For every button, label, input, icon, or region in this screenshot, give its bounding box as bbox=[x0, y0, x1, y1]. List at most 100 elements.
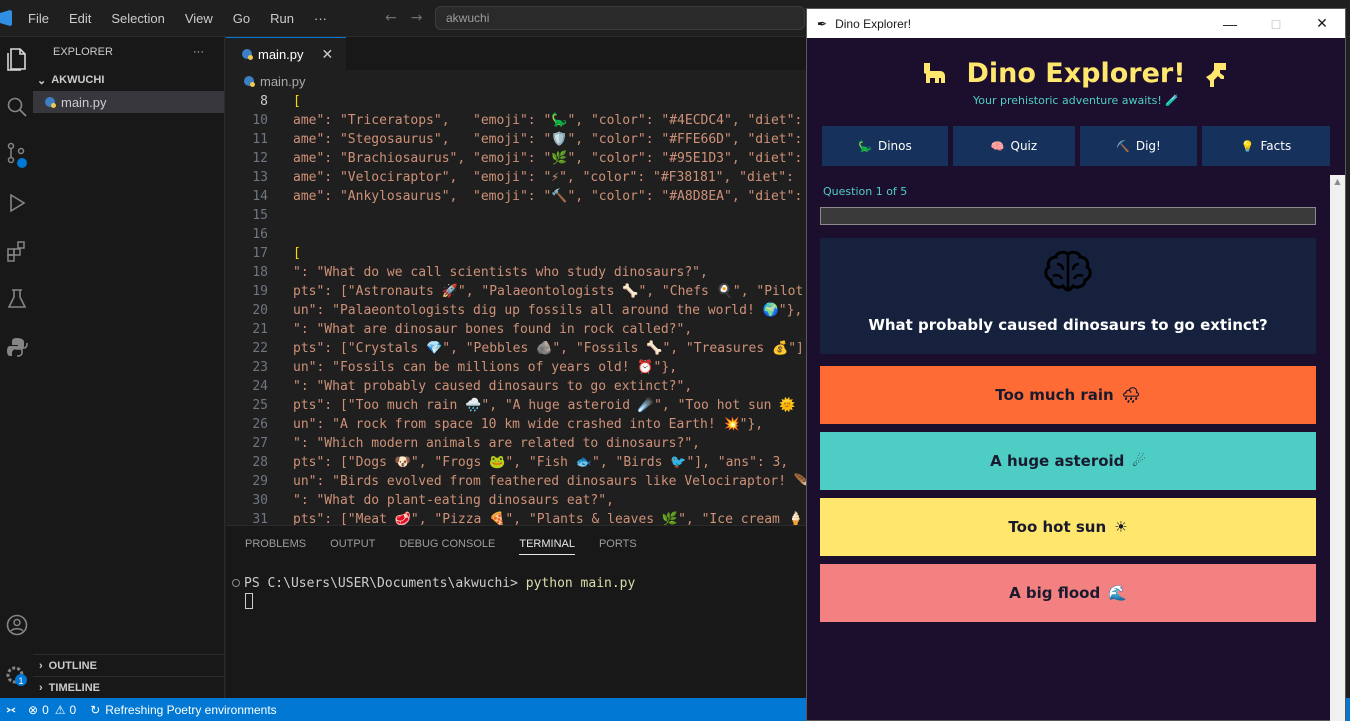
warning-count[interactable]: 0 bbox=[70, 703, 77, 717]
breadcrumb-label: main.py bbox=[260, 73, 306, 89]
code-line: 22 pts": ["Crystals 💎", "Pebbles 🪨", "Fos… bbox=[226, 339, 806, 358]
python-file-icon bbox=[244, 76, 255, 87]
menu-edit[interactable]: Edit bbox=[69, 11, 91, 26]
python-file-icon bbox=[45, 97, 56, 108]
question-card: What probably caused dinosaurs to go ext… bbox=[820, 238, 1316, 354]
source-control-icon[interactable] bbox=[0, 135, 33, 175]
answer-button-2[interactable]: A huge asteroid ☄ bbox=[820, 432, 1316, 490]
extensions-icon[interactable] bbox=[0, 231, 33, 271]
code-line: 13 ame": "Velociraptor", "emoji": "⚡", "c… bbox=[226, 168, 806, 187]
menu-go[interactable]: Go bbox=[233, 11, 250, 26]
explorer-icon[interactable] bbox=[0, 39, 33, 79]
python-icon[interactable] bbox=[0, 327, 33, 367]
minimize-icon[interactable]: — bbox=[1207, 9, 1253, 38]
command-center[interactable]: akwuchi bbox=[435, 6, 805, 30]
answer-button-3[interactable]: Too hot sun ☀ bbox=[820, 498, 1316, 556]
nav-dig-button[interactable]: ⛏️ Dig! bbox=[1080, 126, 1197, 166]
bottom-panel: PROBLEMS OUTPUT DEBUG CONSOLE TERMINAL P… bbox=[226, 525, 806, 698]
testing-flask-icon[interactable] bbox=[0, 279, 33, 319]
sauropod-icon bbox=[924, 62, 946, 83]
line-text: [ bbox=[293, 246, 301, 261]
nav-quiz-button[interactable]: 🧠 Quiz bbox=[953, 126, 1075, 166]
line-number: 20 bbox=[252, 303, 268, 318]
manage-gear-icon[interactable]: 1 bbox=[0, 655, 33, 695]
tab-ports[interactable]: PORTS bbox=[599, 534, 637, 554]
chevron-right-icon: › bbox=[39, 681, 43, 694]
line-number: 18 bbox=[252, 265, 268, 280]
tab-main-py[interactable]: main.py ✕ bbox=[226, 37, 346, 70]
line-number: 23 bbox=[252, 360, 268, 375]
wave-icon: 🌊 bbox=[1108, 584, 1127, 602]
line-text bbox=[268, 225, 293, 244]
outline-section[interactable]: › OUTLINE bbox=[33, 654, 225, 676]
menu-run[interactable]: Run bbox=[270, 11, 294, 26]
file-main-py[interactable]: main.py bbox=[33, 91, 224, 113]
answer-button-4[interactable]: A big flood 🌊 bbox=[820, 564, 1316, 622]
feather-app-icon: ✒ bbox=[817, 16, 828, 31]
answer-label: A big flood bbox=[1009, 584, 1101, 602]
search-icon[interactable] bbox=[0, 87, 33, 127]
history-nav: ← → bbox=[385, 10, 422, 26]
menu-view[interactable]: View bbox=[185, 11, 213, 26]
line-text: pts": ["Astronauts 🚀", "Palaeontologists… bbox=[293, 284, 804, 299]
line-number: 12 bbox=[252, 151, 268, 166]
tab-output[interactable]: OUTPUT bbox=[330, 534, 375, 554]
line-text: ame": "Velociraptor", "emoji": "⚡", "col… bbox=[293, 170, 794, 185]
sun-icon: ☀ bbox=[1114, 518, 1128, 536]
code-editor[interactable]: 8[10 ame": "Triceratops", "emoji": "🦕", "… bbox=[226, 92, 806, 525]
nav-dinos-button[interactable]: 🦕 Dinos bbox=[822, 126, 948, 166]
line-number: 16 bbox=[252, 227, 268, 242]
run-debug-icon[interactable] bbox=[0, 183, 33, 223]
back-arrow-icon[interactable]: ← bbox=[385, 10, 397, 26]
folder-akwuchi[interactable]: ⌄ AKWUCHI bbox=[33, 69, 224, 91]
tab-debug-console[interactable]: DEBUG CONSOLE bbox=[399, 534, 495, 554]
answer-button-1[interactable]: Too much rain 🌧 bbox=[820, 366, 1316, 424]
menu-bar: File Edit Selection View Go Run ··· bbox=[28, 0, 347, 37]
explorer-more-button[interactable]: ··· bbox=[193, 46, 204, 60]
vertical-scrollbar[interactable]: ▲ bbox=[1330, 175, 1345, 721]
close-icon[interactable]: ✕ bbox=[1299, 9, 1345, 38]
outline-label: OUTLINE bbox=[48, 659, 97, 672]
activity-bar: 1 bbox=[0, 37, 33, 698]
line-number: 13 bbox=[252, 170, 268, 185]
screen: File Edit Selection View Go Run ··· ← → … bbox=[0, 0, 1350, 721]
editor-area: main.py ✕ main.py 8[10 ame": "Triceratops… bbox=[226, 37, 806, 698]
question-text: What probably caused dinosaurs to go ext… bbox=[868, 316, 1268, 334]
code-line: 25 pts": ["Too much rain 🌧️", "A huge ast… bbox=[226, 396, 806, 415]
nav-facts-button[interactable]: 💡 Facts bbox=[1202, 126, 1330, 166]
line-text: pts": ["Dogs 🐶", "Frogs 🐸", "Fish 🐟", "B… bbox=[293, 455, 789, 470]
terminal-line: PS C:\Users\USER\Documents\akwuchi> pyth… bbox=[232, 576, 806, 591]
t-rex-icon bbox=[1205, 62, 1226, 87]
file-label: main.py bbox=[61, 94, 107, 110]
forward-arrow-icon[interactable]: → bbox=[411, 10, 423, 26]
window-title: Dino Explorer! bbox=[835, 16, 912, 31]
breadcrumb[interactable]: main.py bbox=[226, 70, 806, 92]
scroll-up-arrow-icon[interactable]: ▲ bbox=[1330, 175, 1345, 189]
error-count[interactable]: 0 bbox=[42, 703, 49, 717]
code-line: 29 un": "Birds evolved from feathered din… bbox=[226, 472, 806, 491]
timeline-section[interactable]: › TIMELINE bbox=[33, 676, 225, 698]
dino-window-titlebar[interactable]: ✒ Dino Explorer! — □ ✕ bbox=[807, 9, 1345, 38]
progress-bar bbox=[820, 207, 1316, 225]
error-icon[interactable]: ⊗ bbox=[28, 703, 38, 717]
status-message[interactable]: Refreshing Poetry environments bbox=[105, 703, 276, 717]
warning-icon[interactable]: ⚠ bbox=[55, 703, 66, 717]
close-icon[interactable]: ✕ bbox=[322, 46, 334, 63]
window-controls: — □ ✕ bbox=[1207, 9, 1345, 38]
code-line: 11 ame": "Stegosaurus", "emoji": "🛡️", "c… bbox=[226, 130, 806, 149]
remote-icon[interactable] bbox=[0, 698, 22, 721]
tab-problems[interactable]: PROBLEMS bbox=[245, 534, 306, 554]
pick-icon: ⛏️ bbox=[1116, 139, 1130, 153]
code-line: 19 pts": ["Astronauts 🚀", "Palaeontologis… bbox=[226, 282, 806, 301]
answer-label: A huge asteroid bbox=[990, 452, 1125, 470]
menu-file[interactable]: File bbox=[28, 11, 49, 26]
terminal-cursor bbox=[245, 593, 253, 609]
menu-more[interactable]: ··· bbox=[314, 11, 327, 26]
tab-terminal[interactable]: TERMINAL bbox=[519, 534, 575, 555]
line-text: un": "Birds evolved from feathered dinos… bbox=[293, 474, 806, 489]
chevron-down-icon: ⌄ bbox=[37, 74, 47, 87]
terminal[interactable]: PS C:\Users\USER\Documents\akwuchi> pyth… bbox=[226, 562, 806, 609]
menu-selection[interactable]: Selection bbox=[111, 11, 164, 26]
maximize-icon[interactable]: □ bbox=[1253, 9, 1299, 38]
account-icon[interactable] bbox=[0, 605, 33, 645]
